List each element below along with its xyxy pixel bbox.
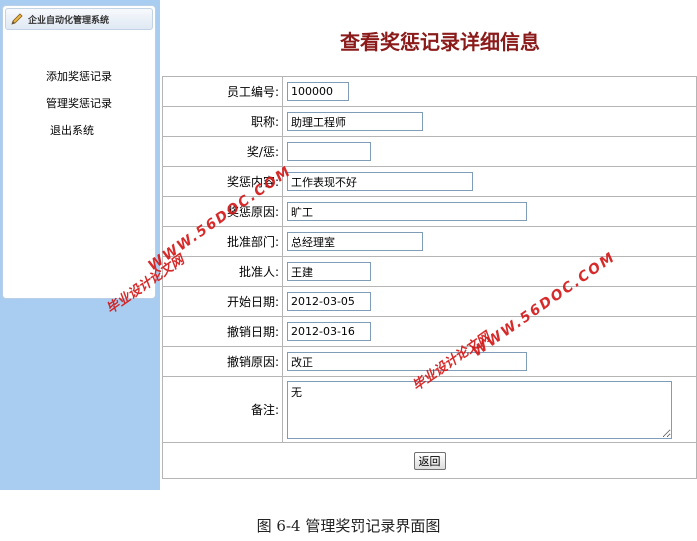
figure-caption: 图 6-4 管理奖罚记录界面图	[256, 517, 441, 535]
back-button[interactable]: 返回	[413, 451, 446, 470]
table-row: 职称:	[162, 106, 697, 137]
content-field[interactable]	[287, 172, 473, 191]
job-title-label: 职称:	[162, 106, 283, 137]
remark-label: 备注:	[162, 376, 283, 443]
start-date-label: 开始日期:	[162, 286, 283, 317]
sidebar-header-title: 企业自动化管理系统	[28, 15, 110, 26]
table-row: 批准部门:	[162, 226, 697, 257]
table-row: 开始日期:	[162, 286, 697, 317]
sidebar-item-manage-record[interactable]: 管理奖惩记录	[3, 90, 155, 117]
employee-id-label: 员工编号:	[162, 76, 283, 107]
table-row: 撤销日期:	[162, 316, 697, 347]
revoke-date-field[interactable]	[287, 322, 371, 341]
sidebar: 企业自动化管理系统 添加奖惩记录 管理奖惩记录 退出系统	[2, 5, 156, 299]
sidebar-item-logout[interactable]: 退出系统	[3, 117, 155, 144]
table-row: 奖/惩:	[162, 136, 697, 167]
table-row: 返回	[162, 442, 697, 479]
job-title-field[interactable]	[287, 112, 423, 131]
table-row: 员工编号:	[162, 76, 697, 107]
page-title: 查看奖惩记录详细信息	[340, 30, 540, 54]
sidebar-header: 企业自动化管理系统	[5, 8, 153, 30]
sidebar-item-add-record[interactable]: 添加奖惩记录	[3, 63, 155, 90]
revoke-reason-field[interactable]	[287, 352, 527, 371]
approver-field[interactable]	[287, 262, 371, 281]
employee-id-field[interactable]	[287, 82, 349, 101]
reward-punish-label: 奖/惩:	[162, 136, 283, 167]
revoke-reason-label: 撤销原因:	[162, 346, 283, 377]
revoke-date-label: 撤销日期:	[162, 316, 283, 347]
reward-punish-field[interactable]	[287, 142, 371, 161]
sidebar-menu: 添加奖惩记录 管理奖惩记录 退出系统	[3, 63, 155, 144]
reason-field[interactable]	[287, 202, 527, 221]
remark-textarea[interactable]: 无	[287, 380, 672, 439]
start-date-field[interactable]	[287, 292, 371, 311]
approve-dept-field[interactable]	[287, 232, 423, 251]
record-detail-table: 员工编号: 职称: 奖/惩: 奖惩内容: 奖惩原因: 批准部门: 批准人: 开始…	[162, 76, 697, 479]
pencil-icon	[10, 12, 24, 26]
